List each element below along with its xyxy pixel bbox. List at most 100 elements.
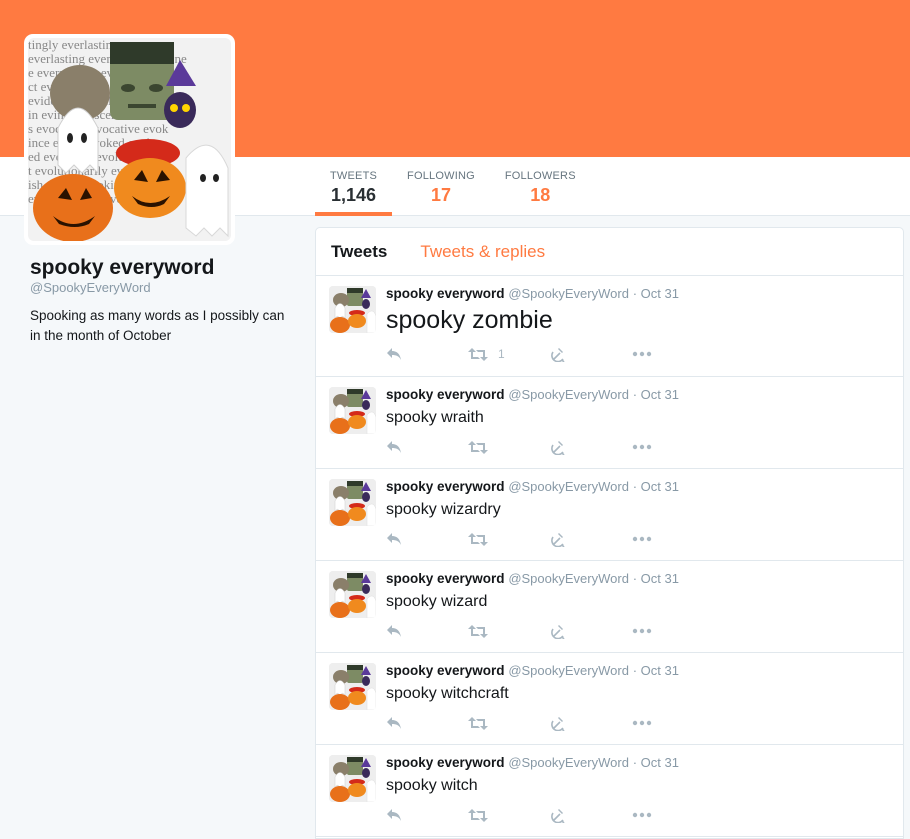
favorite-button[interactable] bbox=[550, 345, 632, 363]
tweet-author-name[interactable]: spooky everyword bbox=[386, 755, 505, 770]
reply-icon bbox=[387, 809, 401, 821]
retweet-button[interactable] bbox=[468, 714, 550, 732]
hammer-sickle-icon bbox=[551, 348, 565, 362]
tweet-avatar[interactable] bbox=[329, 479, 376, 526]
profile-name[interactable]: spooky everyword bbox=[30, 256, 214, 280]
stat-label: FOLLOWING bbox=[407, 170, 475, 182]
more-icon bbox=[632, 720, 652, 726]
more-icon bbox=[632, 444, 652, 450]
tweet-author-handle[interactable]: @SpookyEveryWord bbox=[508, 663, 629, 678]
tweet-author-name[interactable]: spooky everyword bbox=[386, 286, 505, 301]
favorite-button[interactable] bbox=[550, 530, 632, 548]
favorite-button[interactable] bbox=[550, 806, 632, 824]
tweet[interactable]: spooky everyword @SpookyEveryWord · Oct … bbox=[316, 469, 903, 561]
more-button[interactable] bbox=[632, 714, 714, 732]
hammer-sickle-icon bbox=[551, 809, 565, 823]
tweet[interactable]: spooky everyword @SpookyEveryWord · Oct … bbox=[316, 745, 903, 837]
timeline-tabs: Tweets Tweets & replies bbox=[316, 228, 903, 276]
more-button[interactable] bbox=[632, 622, 714, 640]
favorite-button[interactable] bbox=[550, 622, 632, 640]
hammer-sickle-icon bbox=[551, 625, 565, 639]
reply-button[interactable] bbox=[386, 714, 468, 732]
tweet-actions bbox=[386, 438, 714, 456]
favorite-button[interactable] bbox=[550, 438, 632, 456]
tab-tweets[interactable]: Tweets bbox=[331, 242, 387, 262]
more-icon bbox=[632, 536, 652, 542]
tweet-timestamp[interactable]: · Oct 31 bbox=[633, 663, 679, 678]
retweet-icon bbox=[468, 808, 488, 822]
more-button[interactable] bbox=[632, 345, 714, 363]
stat-following[interactable]: FOLLOWING 17 bbox=[392, 157, 490, 216]
reply-icon bbox=[387, 348, 401, 360]
reply-icon bbox=[387, 441, 401, 453]
tweet-actions bbox=[386, 806, 714, 824]
tweet-author-name[interactable]: spooky everyword bbox=[386, 571, 505, 586]
tweet[interactable]: spooky everyword @SpookyEveryWord · Oct … bbox=[316, 377, 903, 469]
tweet-author-handle[interactable]: @SpookyEveryWord bbox=[508, 479, 629, 494]
profile-handle[interactable]: @SpookyEveryWord bbox=[30, 280, 151, 295]
tweet-header: spooky everyword @SpookyEveryWord · Oct … bbox=[386, 387, 679, 402]
retweet-button[interactable] bbox=[468, 806, 550, 824]
tweet[interactable]: spooky everyword @SpookyEveryWord · Oct … bbox=[316, 653, 903, 745]
stat-followers[interactable]: FOLLOWERS 18 bbox=[490, 157, 591, 216]
favorite-button[interactable] bbox=[550, 714, 632, 732]
tweet-text: spooky witchcraft bbox=[386, 685, 509, 702]
stat-value: 18 bbox=[530, 185, 551, 205]
stat-tweets[interactable]: TWEETS 1,146 bbox=[315, 157, 393, 216]
tweet-timestamp[interactable]: · Oct 31 bbox=[633, 387, 679, 402]
stat-label: TWEETS bbox=[330, 170, 378, 182]
retweet-count: 1 bbox=[498, 347, 505, 361]
tweet-text: spooky wraith bbox=[386, 409, 484, 426]
tweet-timestamp[interactable]: · Oct 31 bbox=[633, 286, 679, 301]
profile-avatar[interactable]: tingly everlasting evermore everlasting e… bbox=[24, 34, 235, 245]
stat-value: 1,146 bbox=[331, 185, 377, 205]
tweet-author-name[interactable]: spooky everyword bbox=[386, 479, 505, 494]
more-icon bbox=[632, 351, 652, 357]
timeline: Tweets Tweets & replies spooky everyword… bbox=[315, 227, 904, 839]
tweet-author-name[interactable]: spooky everyword bbox=[386, 387, 505, 402]
tweet-author-name[interactable]: spooky everyword bbox=[386, 663, 505, 678]
tweet-header: spooky everyword @SpookyEveryWord · Oct … bbox=[386, 479, 679, 494]
retweet-button[interactable] bbox=[468, 622, 550, 640]
tweet-timestamp[interactable]: · Oct 31 bbox=[633, 479, 679, 494]
reply-button[interactable] bbox=[386, 622, 468, 640]
tweet-actions bbox=[386, 714, 714, 732]
retweet-button[interactable] bbox=[468, 438, 550, 456]
tweet[interactable]: spooky everyword @SpookyEveryWord · Oct … bbox=[316, 561, 903, 653]
hammer-sickle-icon bbox=[551, 717, 565, 731]
more-button[interactable] bbox=[632, 438, 714, 456]
reply-button[interactable] bbox=[386, 438, 468, 456]
reply-button[interactable] bbox=[386, 530, 468, 548]
tweet-avatar[interactable] bbox=[329, 755, 376, 802]
more-button[interactable] bbox=[632, 806, 714, 824]
tweet-author-handle[interactable]: @SpookyEveryWord bbox=[508, 571, 629, 586]
hammer-sickle-icon bbox=[551, 441, 565, 455]
tweet-author-handle[interactable]: @SpookyEveryWord bbox=[508, 286, 629, 301]
more-button[interactable] bbox=[632, 530, 714, 548]
reply-button[interactable] bbox=[386, 806, 468, 824]
stat-value: 17 bbox=[430, 185, 451, 205]
avatar-thumbnail-icon bbox=[329, 479, 376, 526]
tweet-list: spooky everyword @SpookyEveryWord · Oct … bbox=[316, 276, 903, 837]
tweet-timestamp[interactable]: · Oct 31 bbox=[633, 571, 679, 586]
stat-label: FOLLOWERS bbox=[504, 170, 576, 182]
reply-icon bbox=[387, 533, 401, 545]
tweet-author-handle[interactable]: @SpookyEveryWord bbox=[508, 755, 629, 770]
tweet-header: spooky everyword @SpookyEveryWord · Oct … bbox=[386, 755, 679, 770]
profile-bio: Spooking as many words as I possibly can… bbox=[30, 308, 285, 343]
tweet-avatar[interactable] bbox=[329, 571, 376, 618]
retweet-icon bbox=[468, 716, 488, 730]
reply-button[interactable] bbox=[386, 345, 468, 363]
tweet[interactable]: spooky everyword @SpookyEveryWord · Oct … bbox=[316, 276, 903, 377]
retweet-button[interactable] bbox=[468, 530, 550, 548]
tweet-avatar[interactable] bbox=[329, 387, 376, 434]
tweet-actions bbox=[386, 622, 714, 640]
tweet-timestamp[interactable]: · Oct 31 bbox=[633, 755, 679, 770]
tweet-actions bbox=[386, 530, 714, 548]
tab-tweets-and-replies[interactable]: Tweets & replies bbox=[420, 242, 545, 262]
reply-icon bbox=[387, 625, 401, 637]
tweet-avatar[interactable] bbox=[329, 663, 376, 710]
retweet-button[interactable]: 1 bbox=[468, 345, 550, 363]
tweet-avatar[interactable] bbox=[329, 286, 376, 333]
tweet-author-handle[interactable]: @SpookyEveryWord bbox=[508, 387, 629, 402]
